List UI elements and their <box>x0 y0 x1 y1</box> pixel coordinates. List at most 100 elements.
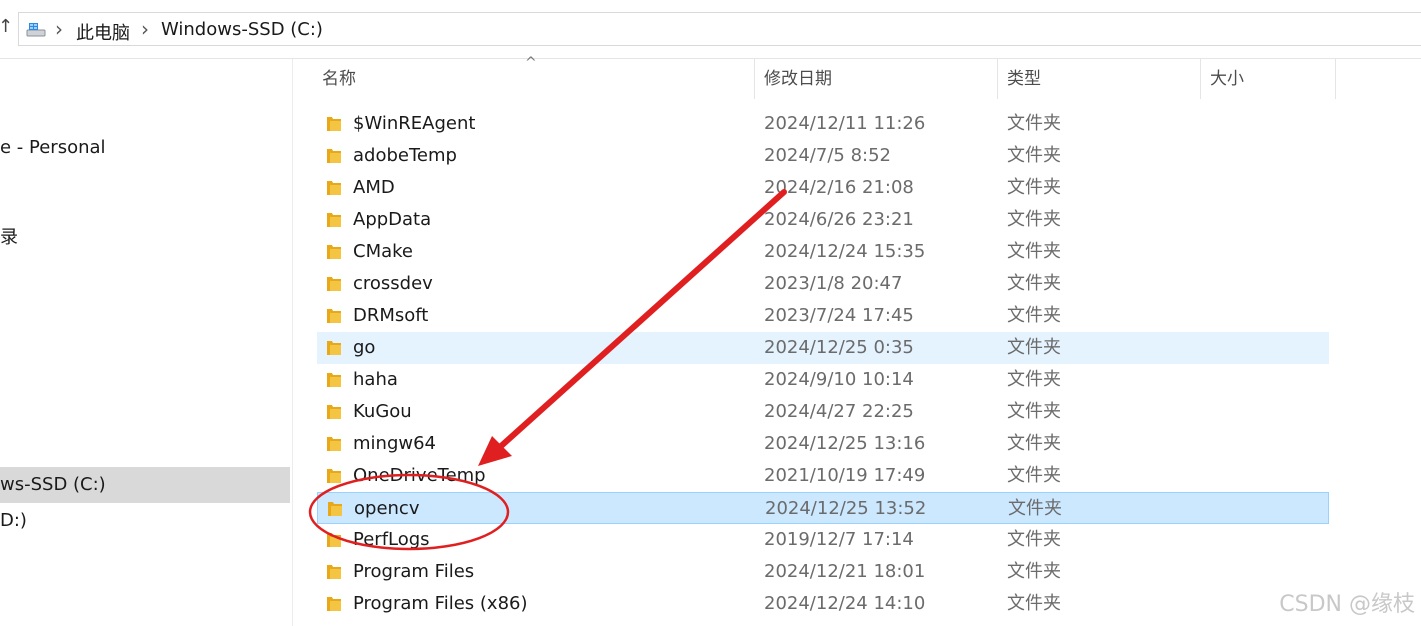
file-type: 文件夹 <box>1007 305 1061 326</box>
column-divider[interactable] <box>997 59 998 99</box>
breadcrumb-separator: › <box>55 17 63 41</box>
file-type: 文件夹 <box>1007 433 1061 454</box>
folder-icon <box>327 117 341 131</box>
file-row[interactable]: opencv 2024/12/25 13:52 文件夹 <box>317 492 1329 524</box>
file-type: 文件夹 <box>1007 593 1061 614</box>
up-arrow-button[interactable]: ↑ <box>0 16 13 37</box>
file-type: 文件夹 <box>1007 561 1061 582</box>
folder-icon <box>327 245 341 259</box>
file-row[interactable]: crossdev 2023/1/8 20:47 文件夹 <box>317 268 1329 300</box>
file-date-modified: 2024/12/25 13:16 <box>764 433 926 454</box>
file-type: 文件夹 <box>1007 113 1061 134</box>
file-name: Program Files <box>353 561 475 582</box>
breadcrumb-separator: › <box>141 17 149 41</box>
file-row[interactable]: adobeTemp 2024/7/5 8:52 文件夹 <box>317 140 1329 172</box>
file-name: DRMsoft <box>353 305 429 326</box>
folder-icon <box>327 213 341 227</box>
file-row[interactable]: DRMsoft 2023/7/24 17:45 文件夹 <box>317 300 1329 332</box>
file-row[interactable]: go 2024/12/25 0:35 文件夹 <box>317 332 1329 364</box>
watermark: CSDN @缘枝 <box>1279 592 1415 617</box>
column-header-type[interactable]: 类型 <box>1007 59 1041 99</box>
file-name: Program Files (x86) <box>353 593 528 614</box>
breadcrumb-drive-c[interactable]: Windows-SSD (C:) <box>161 19 323 40</box>
file-type: 文件夹 <box>1007 241 1061 262</box>
folder-icon <box>327 469 341 483</box>
file-name: OneDriveTemp <box>353 465 486 486</box>
column-header-date[interactable]: 修改日期 <box>764 59 832 99</box>
file-row[interactable]: CMake 2024/12/24 15:35 文件夹 <box>317 236 1329 268</box>
nav-item-drive-d[interactable]: D:) <box>0 510 27 531</box>
file-name: CMake <box>353 241 413 262</box>
nav-item-onedrive-personal[interactable]: e - Personal <box>0 137 106 158</box>
file-type: 文件夹 <box>1007 145 1061 166</box>
file-type: 文件夹 <box>1007 337 1061 358</box>
file-date-modified: 2021/10/19 17:49 <box>764 465 926 486</box>
file-row[interactable]: Program Files (x86) 2024/12/24 14:10 文件夹 <box>317 588 1329 620</box>
column-divider[interactable] <box>754 59 755 99</box>
file-type: 文件夹 <box>1007 465 1061 486</box>
file-row[interactable]: Program Files 2024/12/21 18:01 文件夹 <box>317 556 1329 588</box>
file-date-modified: 2024/7/5 8:52 <box>764 145 891 166</box>
folder-icon <box>327 373 341 387</box>
file-date-modified: 2024/12/21 18:01 <box>764 561 926 582</box>
file-row[interactable]: mingw64 2024/12/25 13:16 文件夹 <box>317 428 1329 460</box>
file-name: go <box>353 337 376 358</box>
file-date-modified: 2024/12/11 11:26 <box>764 113 926 134</box>
file-name: opencv <box>354 498 420 519</box>
file-name: AMD <box>353 177 395 198</box>
file-date-modified: 2024/12/24 15:35 <box>764 241 926 262</box>
file-row[interactable]: haha 2024/9/10 10:14 文件夹 <box>317 364 1329 396</box>
file-row[interactable]: $WinREAgent 2024/12/11 11:26 文件夹 <box>317 108 1329 140</box>
folder-icon <box>327 149 341 163</box>
file-type: 文件夹 <box>1008 498 1062 519</box>
file-date-modified: 2024/2/16 21:08 <box>764 177 914 198</box>
folder-icon <box>328 502 342 516</box>
file-type: 文件夹 <box>1007 369 1061 390</box>
file-name: mingw64 <box>353 433 436 454</box>
breadcrumb-this-pc[interactable]: 此电脑 <box>76 19 130 45</box>
file-row[interactable]: PerfLogs 2019/12/7 17:14 文件夹 <box>317 524 1329 556</box>
file-name: KuGou <box>353 401 412 422</box>
file-name: haha <box>353 369 398 390</box>
file-name: PerfLogs <box>353 529 430 550</box>
file-date-modified: 2023/7/24 17:45 <box>764 305 914 326</box>
file-date-modified: 2024/9/10 10:14 <box>764 369 914 390</box>
file-date-modified: 2024/12/24 14:10 <box>764 593 926 614</box>
file-row[interactable]: AMD 2024/2/16 21:08 文件夹 <box>317 172 1329 204</box>
file-type: 文件夹 <box>1007 529 1061 550</box>
folder-icon <box>327 309 341 323</box>
file-list: ^ 名称 修改日期 类型 大小 $WinREAgent 2024/12/11 11… <box>293 55 1421 626</box>
file-type: 文件夹 <box>1007 177 1061 198</box>
file-name: AppData <box>353 209 432 230</box>
file-date-modified: 2019/12/7 17:14 <box>764 529 914 550</box>
file-date-modified: 2024/4/27 22:25 <box>764 401 914 422</box>
file-date-modified: 2024/12/25 0:35 <box>764 337 914 358</box>
navigation-pane: e - Personal 录 ws-SSD (C:) D:) <box>0 59 292 626</box>
folder-icon <box>327 437 341 451</box>
folder-icon <box>327 533 341 547</box>
file-name: crossdev <box>353 273 433 294</box>
address-toolbar: ↑ › 此电脑 › Windows-SSD (C:) <box>0 0 1421 58</box>
column-divider[interactable] <box>1335 59 1336 99</box>
file-type: 文件夹 <box>1007 401 1061 422</box>
folder-icon <box>327 181 341 195</box>
file-row[interactable]: KuGou 2024/4/27 22:25 文件夹 <box>317 396 1329 428</box>
file-date-modified: 2024/6/26 23:21 <box>764 209 914 230</box>
file-type: 文件夹 <box>1007 209 1061 230</box>
folder-icon <box>327 405 341 419</box>
column-header-name[interactable]: 名称 <box>322 59 356 99</box>
file-row[interactable]: OneDriveTemp 2021/10/19 17:49 文件夹 <box>317 460 1329 492</box>
nav-item-partial[interactable]: 录 <box>0 223 18 249</box>
folder-icon <box>327 341 341 355</box>
nav-item-windows-ssd[interactable]: ws-SSD (C:) <box>0 467 290 503</box>
file-type: 文件夹 <box>1007 273 1061 294</box>
file-date-modified: 2024/12/25 13:52 <box>765 498 927 519</box>
file-name: adobeTemp <box>353 145 457 166</box>
sort-ascending-icon: ^ <box>525 55 537 71</box>
file-row[interactable]: AppData 2024/6/26 23:21 文件夹 <box>317 204 1329 236</box>
column-header-size[interactable]: 大小 <box>1210 59 1244 99</box>
address-bar[interactable]: › 此电脑 › Windows-SSD (C:) <box>18 12 1421 46</box>
column-divider[interactable] <box>1200 59 1201 99</box>
folder-icon <box>327 565 341 579</box>
file-name: $WinREAgent <box>353 113 476 134</box>
